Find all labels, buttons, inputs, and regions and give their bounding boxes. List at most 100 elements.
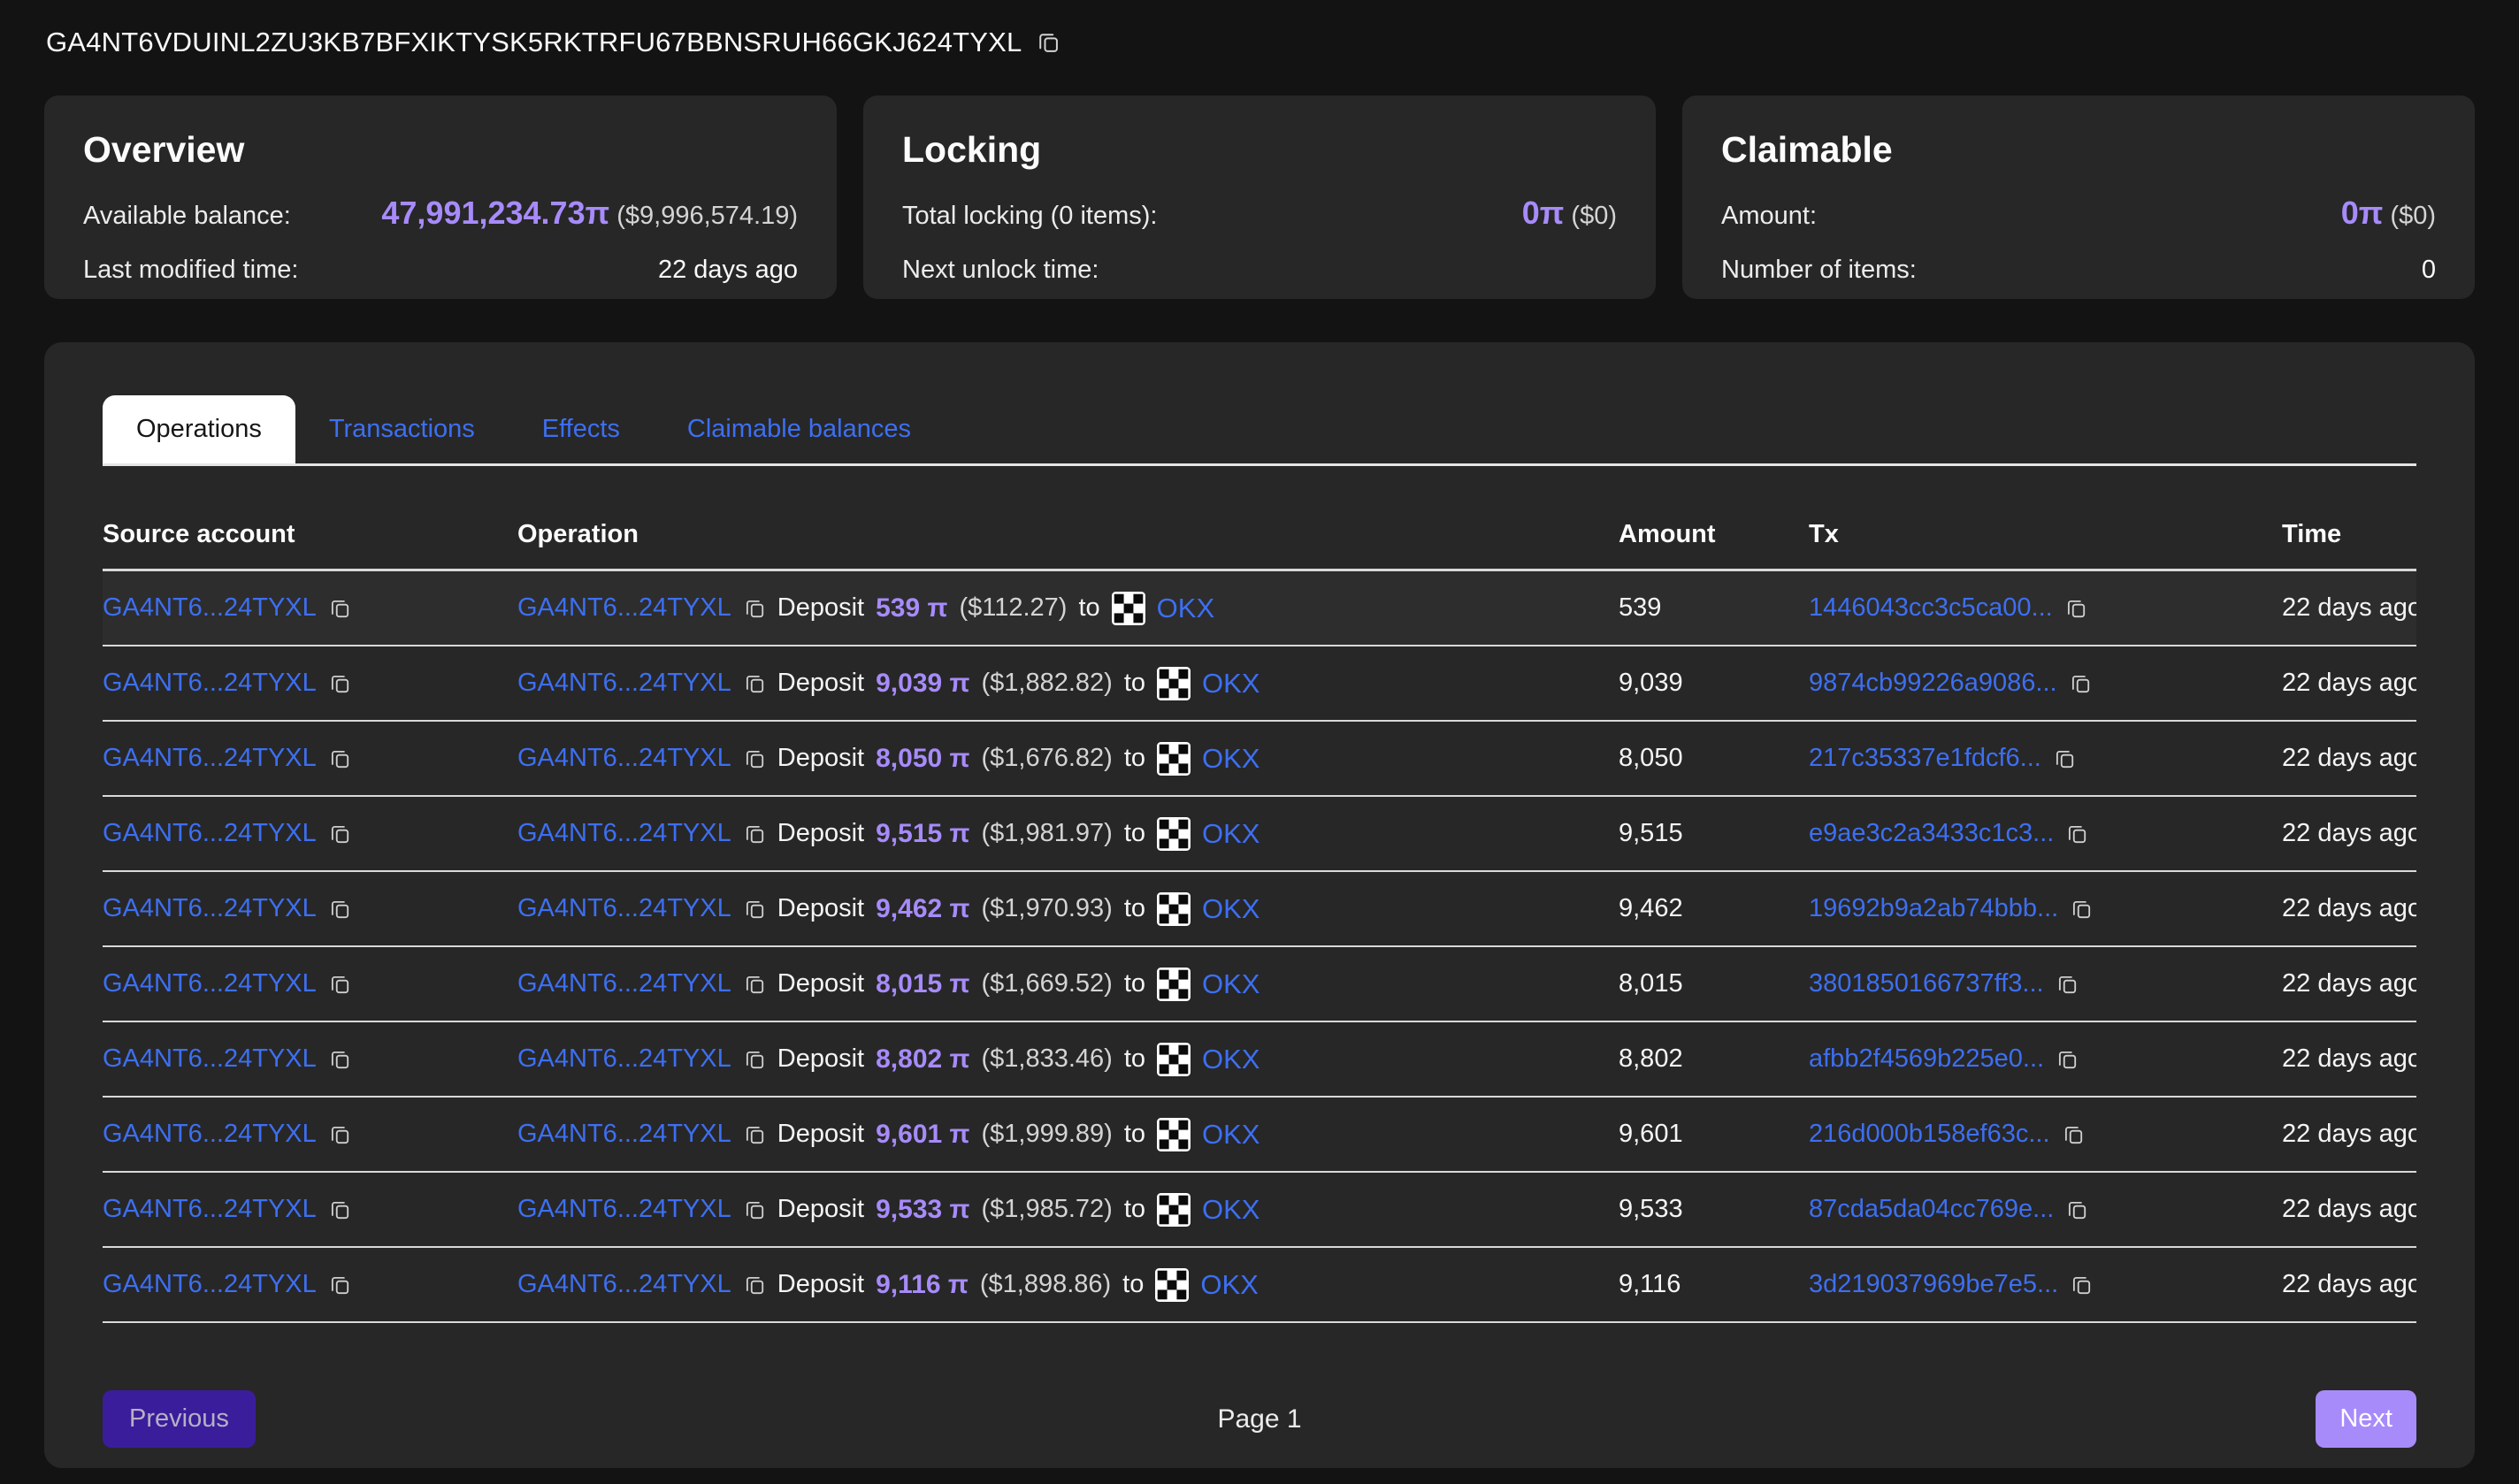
exchange-link[interactable]: OKX	[1202, 743, 1260, 775]
copy-operation-account-button[interactable]	[743, 672, 766, 695]
next-page-button[interactable]: Next	[2316, 1390, 2416, 1448]
operation-to-text: to	[1124, 669, 1145, 698]
operation-account-link[interactable]: GA4NT6...24TYXL	[517, 1120, 731, 1149]
copy-operation-account-button[interactable]	[743, 1123, 766, 1146]
okx-logo-icon	[1157, 1193, 1191, 1227]
exchange-link[interactable]: OKX	[1202, 1119, 1260, 1151]
copy-source-button[interactable]	[328, 1048, 351, 1071]
tab-operations[interactable]: Operations	[103, 395, 295, 463]
copy-icon	[743, 1198, 766, 1221]
tab-effects[interactable]: Effects	[509, 395, 654, 463]
source-account-link[interactable]: GA4NT6...24TYXL	[103, 593, 317, 623]
copy-source-button[interactable]	[328, 898, 351, 921]
operation-pi-amount: 8,050 π	[876, 744, 969, 774]
copy-tx-button[interactable]	[2065, 822, 2088, 845]
operation-account-link[interactable]: GA4NT6...24TYXL	[517, 1270, 731, 1299]
operation-account-link[interactable]: GA4NT6...24TYXL	[517, 1044, 731, 1074]
source-account-link[interactable]: GA4NT6...24TYXL	[103, 1195, 317, 1224]
amount-cell: 9,601	[1619, 1120, 1809, 1149]
copy-operation-account-button[interactable]	[743, 747, 766, 770]
source-account-link[interactable]: GA4NT6...24TYXL	[103, 1120, 317, 1149]
copy-operation-account-button[interactable]	[743, 1198, 766, 1221]
copy-source-button[interactable]	[328, 672, 351, 695]
tab-transactions[interactable]: Transactions	[295, 395, 509, 463]
copy-tx-button[interactable]	[2070, 1274, 2093, 1297]
operation-to-text: to	[1124, 1120, 1145, 1149]
copy-tx-button[interactable]	[2056, 973, 2079, 996]
copy-tx-button[interactable]	[2069, 672, 2092, 695]
tx-hash-link[interactable]: 3801850166737ff3...	[1809, 969, 2044, 998]
table-row: GA4NT6...24TYXL GA4NT6...24TYXL Deposit …	[103, 872, 2416, 947]
tx-hash-link[interactable]: 1446043cc3c5ca00...	[1809, 593, 2053, 623]
copy-source-button[interactable]	[328, 1274, 351, 1297]
table-row: GA4NT6...24TYXL GA4NT6...24TYXL Deposit …	[103, 797, 2416, 872]
copy-operation-account-button[interactable]	[743, 898, 766, 921]
previous-page-button[interactable]: Previous	[103, 1390, 256, 1448]
source-account-link[interactable]: GA4NT6...24TYXL	[103, 969, 317, 998]
copy-source-button[interactable]	[328, 747, 351, 770]
tab-claimable-balances[interactable]: Claimable balances	[654, 395, 945, 463]
tx-hash-link[interactable]: 19692b9a2ab74bbb...	[1809, 894, 2058, 923]
source-account-link[interactable]: GA4NT6...24TYXL	[103, 894, 317, 923]
okx-logo-icon	[1155, 1268, 1189, 1302]
copy-source-button[interactable]	[328, 597, 351, 620]
tx-hash-link[interactable]: 217c35337e1fdcf6...	[1809, 744, 2041, 773]
copy-source-button[interactable]	[328, 1123, 351, 1146]
tx-hash-link[interactable]: 3d219037969be7e5...	[1809, 1270, 2058, 1299]
exchange-link[interactable]: OKX	[1200, 1269, 1258, 1301]
okx-logo-icon	[1157, 817, 1191, 851]
exchange-link[interactable]: OKX	[1202, 893, 1260, 925]
copy-tx-button[interactable]	[2065, 1198, 2088, 1221]
copy-tx-button[interactable]	[2064, 597, 2087, 620]
copy-operation-account-button[interactable]	[743, 973, 766, 996]
tx-hash-link[interactable]: afbb2f4569b225e0...	[1809, 1044, 2044, 1074]
copy-tx-button[interactable]	[2070, 898, 2093, 921]
exchange-link[interactable]: OKX	[1202, 1194, 1260, 1226]
exchange-link[interactable]: OKX	[1157, 593, 1214, 624]
copy-operation-account-button[interactable]	[743, 822, 766, 845]
time-value: 22 days ago	[2282, 969, 2416, 998]
source-account-link[interactable]: GA4NT6...24TYXL	[103, 819, 317, 848]
tx-hash-link[interactable]: 87cda5da04cc769e...	[1809, 1195, 2054, 1224]
tx-hash-link[interactable]: e9ae3c2a3433c1c3...	[1809, 819, 2054, 848]
claimable-amount-row: Amount: 0π ($0)	[1721, 195, 2436, 232]
operation-usd-amount: ($1,898.86)	[980, 1270, 1111, 1299]
operation-account-link[interactable]: GA4NT6...24TYXL	[517, 894, 731, 923]
copy-operation-account-button[interactable]	[743, 597, 766, 620]
operation-account-link[interactable]: GA4NT6...24TYXL	[517, 593, 731, 623]
source-account-cell: GA4NT6...24TYXL	[103, 744, 517, 773]
operation-account-link[interactable]: GA4NT6...24TYXL	[517, 669, 731, 698]
operation-cell: GA4NT6...24TYXL Deposit 9,601 π ($1,999.…	[517, 1118, 1619, 1151]
table-row: GA4NT6...24TYXL GA4NT6...24TYXL Deposit …	[103, 1248, 2416, 1323]
page-indicator: Page 1	[1217, 1404, 1301, 1434]
source-account-link[interactable]: GA4NT6...24TYXL	[103, 669, 317, 698]
tx-hash-link[interactable]: 216d000b158ef63c...	[1809, 1120, 2050, 1149]
copy-icon	[328, 898, 351, 921]
copy-operation-account-button[interactable]	[743, 1048, 766, 1071]
table-row: GA4NT6...24TYXL GA4NT6...24TYXL Deposit …	[103, 947, 2416, 1022]
copy-tx-button[interactable]	[2062, 1123, 2085, 1146]
amount-value: 9,116	[1619, 1270, 1681, 1299]
operation-account-link[interactable]: GA4NT6...24TYXL	[517, 744, 731, 773]
exchange-link[interactable]: OKX	[1202, 1044, 1260, 1075]
exchange-link[interactable]: OKX	[1202, 668, 1260, 700]
copy-address-button[interactable]	[1036, 30, 1060, 55]
copy-tx-button[interactable]	[2056, 1048, 2079, 1071]
source-account-link[interactable]: GA4NT6...24TYXL	[103, 744, 317, 773]
operation-account-link[interactable]: GA4NT6...24TYXL	[517, 969, 731, 998]
amount-cell: 8,802	[1619, 1044, 1809, 1074]
source-account-link[interactable]: GA4NT6...24TYXL	[103, 1270, 317, 1299]
copy-source-button[interactable]	[328, 973, 351, 996]
copy-icon	[743, 898, 766, 921]
copy-tx-button[interactable]	[2053, 747, 2076, 770]
copy-source-button[interactable]	[328, 822, 351, 845]
exchange-link[interactable]: OKX	[1202, 968, 1260, 1000]
exchange-link[interactable]: OKX	[1202, 818, 1260, 850]
operation-account-link[interactable]: GA4NT6...24TYXL	[517, 819, 731, 848]
tx-hash-link[interactable]: 9874cb99226a9086...	[1809, 669, 2057, 698]
copy-operation-account-button[interactable]	[743, 1274, 766, 1297]
source-account-link[interactable]: GA4NT6...24TYXL	[103, 1044, 317, 1074]
operation-pi-amount: 9,515 π	[876, 819, 969, 849]
operation-account-link[interactable]: GA4NT6...24TYXL	[517, 1195, 731, 1224]
copy-source-button[interactable]	[328, 1198, 351, 1221]
